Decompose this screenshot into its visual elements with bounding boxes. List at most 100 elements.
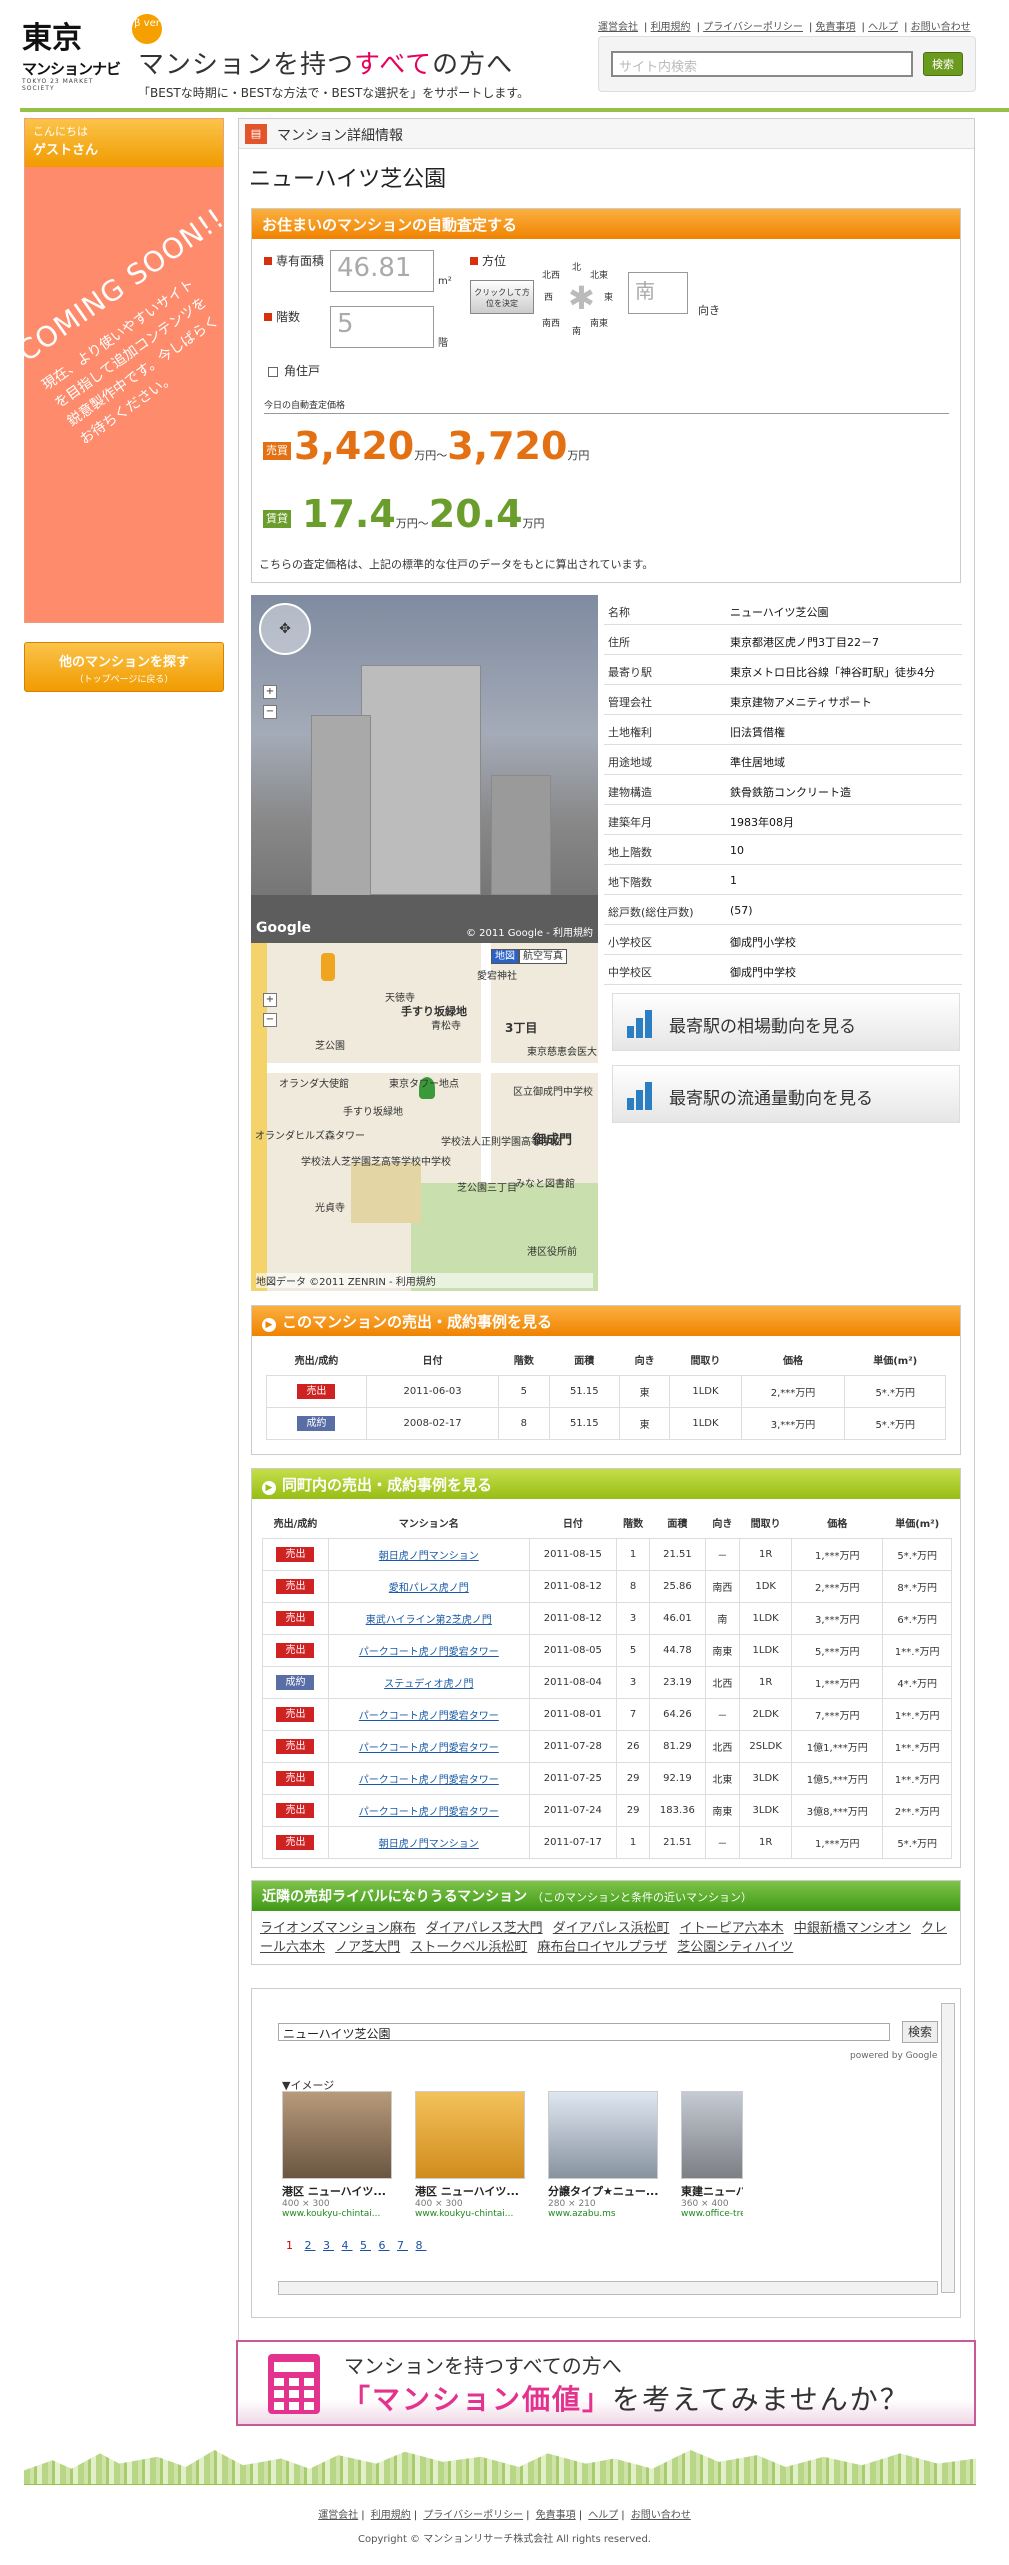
table-row: 売出 パークコート虎ノ門愛宕タワー 2011-08-01 7 64.26 － 2LDK 7,*…	[262, 1698, 952, 1731]
station-market-button[interactable]: 最寄駅の相場動向を見る	[612, 993, 960, 1051]
result-title[interactable]: 東建ニューハイツ芝...	[681, 2183, 743, 2199]
floor-input[interactable]: 5	[330, 306, 434, 348]
area-input[interactable]: 46.81	[330, 250, 434, 292]
map-zoom-in-icon[interactable]: +	[263, 993, 277, 1007]
map-type-satellite[interactable]: 航空写真	[519, 949, 567, 964]
page-link[interactable]: 2	[305, 2239, 316, 2252]
header-link-company[interactable]: 運営会社	[598, 22, 638, 33]
page-link[interactable]: 3	[323, 2239, 334, 2252]
info-label: 用途地域	[608, 756, 652, 769]
header-link-terms[interactable]: 利用規約	[651, 22, 691, 33]
footer-link-company[interactable]: 運営会社	[318, 2510, 358, 2521]
cell-value: 5*.*万円	[897, 1551, 937, 1562]
footer-link-terms[interactable]: 利用規約	[371, 2510, 411, 2521]
rival-link[interactable]: ストークベル浜松町	[410, 1940, 527, 1955]
table-cell-date: 2011-08-01	[528, 1698, 618, 1731]
search-input[interactable]: サイト内検索	[611, 51, 913, 77]
location-map[interactable]: + − 地図 航空写真 東京タワー地点 天徳寺 愛宕神社 青松寺 3丁目 東京慈恵…	[251, 943, 598, 1291]
corner-unit-checkbox[interactable]: 角住戸	[268, 362, 320, 379]
direction-set-button[interactable]: クリックして方位を決定	[470, 280, 534, 314]
photo-copyright-text[interactable]: © 2011 Google - 利用規約	[466, 924, 593, 939]
direction-value[interactable]: 南	[628, 272, 688, 314]
mansion-link[interactable]: パークコート虎ノ門愛宕タワー	[359, 1743, 499, 1754]
footer-link-contact[interactable]: お問い合わせ	[631, 2510, 691, 2521]
station-volume-button[interactable]: 最寄駅の流通量動向を見る	[612, 1065, 960, 1123]
rival-link[interactable]: ダイアパレス芝大門	[426, 1921, 543, 1936]
footer-link-disclaimer[interactable]: 免責事項	[536, 2510, 576, 2521]
image-result[interactable]: 港区 ニューハイツ... 400 × 300 www.koukyu-chinta…	[282, 2091, 392, 2219]
rival-link[interactable]: ライオンズマンション麻布	[260, 1921, 416, 1936]
footer-link-help[interactable]: ヘルプ	[588, 2510, 618, 2521]
rival-link[interactable]: ノア芝大門	[335, 1940, 400, 1955]
pegman-icon[interactable]	[321, 953, 335, 981]
footer-link-privacy[interactable]: プライバシーポリシー	[423, 2510, 523, 2521]
find-other-mansion-button[interactable]: 他のマンションを探す （トップページに戻る）	[24, 642, 224, 692]
pan-control-icon[interactable]: ✥	[259, 603, 311, 655]
mansion-link[interactable]: 愛和パレス虎ノ門	[389, 1583, 469, 1594]
map-copyright[interactable]: 地図データ ©2011 ZENRIN - 利用規約	[256, 1273, 593, 1288]
rival-link[interactable]: 麻布台ロイヤルプラザ	[537, 1940, 667, 1955]
zoom-out-icon[interactable]: −	[263, 705, 277, 719]
mansion-link[interactable]: パークコート虎ノ門愛宕タワー	[359, 1711, 499, 1722]
mansion-link[interactable]: パークコート虎ノ門愛宕タワー	[359, 1807, 499, 1818]
site-logo[interactable]: 東京 マンションナビ TOKYO 23 MARKET SOCIETY	[22, 14, 122, 93]
table-cell-name: ステュディオ虎ノ門	[327, 1666, 530, 1699]
mansion-link[interactable]: パークコート虎ノ門愛宕タワー	[359, 1647, 499, 1658]
image-result[interactable]: 分譲タイプ★ニュー... 280 × 210 www.azabu.ms	[548, 2091, 658, 2219]
vertical-scrollbar[interactable]	[941, 2003, 955, 2293]
result-thumbnail[interactable]	[681, 2091, 743, 2179]
result-thumbnail[interactable]	[548, 2091, 658, 2179]
col-header: 日付	[562, 1519, 583, 1530]
mansion-value-banner[interactable]: マンションを持つすべての方へ 「マンション価値」を考えてみませんか？	[236, 2340, 976, 2426]
compass-s[interactable]: 南	[572, 324, 581, 337]
compass-n[interactable]: 北	[572, 260, 581, 273]
zoom-in-icon[interactable]: +	[263, 685, 277, 699]
result-title[interactable]: 港区 ニューハイツ...	[415, 2183, 525, 2199]
rival-link[interactable]: 中銀新橋マンシオン	[794, 1921, 911, 1936]
cell-value: 8	[629, 1581, 637, 1592]
page-link[interactable]: 7	[397, 2239, 408, 2252]
page-link[interactable]: 8	[416, 2239, 427, 2252]
compass-sw[interactable]: 南西	[542, 316, 560, 329]
compass-se[interactable]: 南東	[590, 316, 608, 329]
col-header: 面積	[667, 1519, 688, 1530]
widget-search-button[interactable]: 検索	[902, 2021, 938, 2043]
search-button[interactable]: 検索	[923, 52, 963, 76]
page-link[interactable]: 6	[379, 2239, 390, 2252]
result-thumbnail[interactable]	[415, 2091, 525, 2179]
checkbox-box[interactable]	[268, 366, 278, 377]
header-link-disclaimer[interactable]: 免責事項	[816, 22, 856, 33]
page-link[interactable]: 5	[360, 2239, 371, 2252]
rival-link[interactable]: イトーピア六本木	[680, 1921, 784, 1936]
result-thumbnail[interactable]	[282, 2091, 392, 2179]
cell-value: 23.19	[663, 1677, 692, 1688]
compass-e[interactable]: 東	[604, 290, 613, 303]
map-type-map[interactable]: 地図	[491, 949, 519, 964]
header-link-help[interactable]: ヘルプ	[868, 22, 898, 33]
map-zoom-out-icon[interactable]: −	[263, 1013, 277, 1027]
compass-nw[interactable]: 北西	[542, 268, 560, 281]
header-link-privacy[interactable]: プライバシーポリシー	[703, 22, 803, 33]
compass-w[interactable]: 西	[544, 290, 553, 303]
header-link-contact[interactable]: お問い合わせ	[911, 22, 971, 33]
result-title[interactable]: 分譲タイプ★ニュー...	[548, 2183, 658, 2199]
rivals-title: 近隣の売却ライバルになりうるマンション	[262, 1889, 528, 1905]
mansion-link[interactable]: 朝日虎ノ門マンション	[379, 1839, 479, 1850]
result-title[interactable]: 港区 ニューハイツ...	[282, 2183, 392, 2199]
widget-search-input[interactable]: ニューハイツ芝公園	[278, 2023, 890, 2041]
image-result[interactable]: 東建ニューハイツ芝... 360 × 400 www.office-trend.…	[681, 2091, 743, 2219]
street-view-photo[interactable]: ✥ + − Google © 2011 Google - 利用規約	[251, 595, 598, 943]
image-result[interactable]: 港区 ニューハイツ... 400 × 300 www.koukyu-chinta…	[415, 2091, 525, 2219]
mansion-link[interactable]: パークコート虎ノ門愛宕タワー	[359, 1775, 499, 1786]
mansion-link[interactable]: 東武ハイライン第2芝虎ノ門	[366, 1615, 492, 1626]
mansion-link[interactable]: 朝日虎ノ門マンション	[379, 1551, 479, 1562]
rival-link[interactable]: ダイアパレス浜松町	[553, 1921, 670, 1936]
rival-link[interactable]: 芝公園シティハイツ	[677, 1940, 793, 1955]
page-link[interactable]: 4	[342, 2239, 353, 2252]
horizontal-scrollbar[interactable]	[278, 2281, 938, 2295]
page-link[interactable]: 1	[286, 2239, 297, 2252]
compass-selector[interactable]: 北 北東 北西 東 西 南西 南東 南 ✱	[542, 260, 618, 337]
table-cell-status: 売出	[262, 1794, 329, 1827]
table-cell-area: 21.51	[649, 1538, 706, 1571]
mansion-link[interactable]: ステュディオ虎ノ門	[384, 1679, 473, 1690]
